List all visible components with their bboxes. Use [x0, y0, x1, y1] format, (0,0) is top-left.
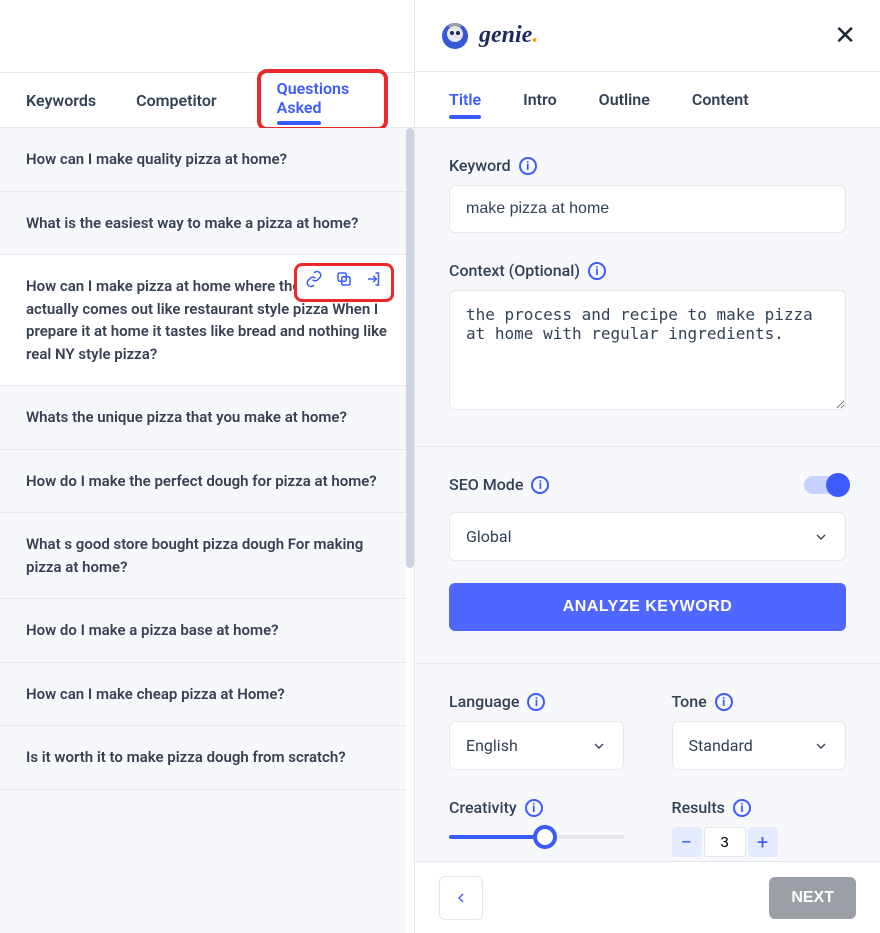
- question-item[interactable]: Whats the unique pizza that you make at …: [0, 386, 414, 450]
- chevron-down-icon: [813, 529, 829, 545]
- slider-knob[interactable]: [533, 825, 557, 849]
- lang-tone-row: Language i English Tone i Standard: [449, 692, 846, 770]
- language-label: Language: [449, 692, 519, 711]
- close-icon[interactable]: ✕: [834, 21, 856, 51]
- copy-icon[interactable]: [335, 270, 353, 295]
- left-panel: Keywords Competitor Questions Asked How …: [0, 0, 415, 933]
- tone-field: Tone i Standard: [672, 692, 847, 770]
- tone-label: Tone: [672, 692, 707, 711]
- results-input[interactable]: [704, 827, 746, 857]
- context-input[interactable]: the process and recipe to make pizza at …: [449, 290, 846, 410]
- results-minus-button[interactable]: −: [672, 827, 702, 857]
- questions-list[interactable]: How can I make quality pizza at home? Wh…: [0, 128, 414, 933]
- info-icon[interactable]: i: [525, 799, 543, 817]
- seo-toggle[interactable]: [804, 476, 846, 494]
- tab-outline[interactable]: Outline: [599, 90, 650, 109]
- creativity-field: Creativity i: [449, 798, 624, 857]
- language-select[interactable]: English: [449, 721, 624, 770]
- right-body[interactable]: Title Intro Outline Content Keyword i Co…: [415, 72, 880, 933]
- seo-label: SEO Mode: [449, 475, 523, 494]
- question-item[interactable]: What is the easiest way to make a pizza …: [0, 192, 414, 256]
- question-item[interactable]: Is it worth it to make pizza dough from …: [0, 726, 414, 790]
- results-label: Results: [672, 798, 725, 817]
- brand-logo: genie.: [439, 20, 538, 52]
- question-item-actions-highlight: [294, 263, 394, 302]
- next-button[interactable]: NEXT: [769, 877, 856, 919]
- question-item[interactable]: How can I make pizza at home where the c…: [0, 255, 414, 386]
- link-icon[interactable]: [305, 270, 323, 295]
- seo-scope-field: Global: [449, 512, 846, 561]
- seo-scope-select[interactable]: Global: [449, 512, 846, 561]
- right-panel: genie. ✕ Title Intro Outline Content Key…: [415, 0, 880, 933]
- seo-scope-value: Global: [466, 527, 512, 546]
- question-item[interactable]: How do I make a pizza base at home?: [0, 599, 414, 663]
- info-icon[interactable]: i: [715, 693, 733, 711]
- toggle-knob[interactable]: [826, 473, 850, 497]
- info-icon[interactable]: i: [531, 476, 549, 494]
- info-icon[interactable]: i: [733, 799, 751, 817]
- tab-keywords[interactable]: Keywords: [26, 91, 96, 110]
- question-item[interactable]: How do I make the perfect dough for pizz…: [0, 450, 414, 514]
- separator: [415, 446, 880, 447]
- genie-icon: [439, 20, 471, 52]
- insert-icon[interactable]: [365, 270, 383, 295]
- keyword-field: Keyword i: [449, 156, 846, 233]
- question-item[interactable]: What s good store bought pizza dough For…: [0, 513, 414, 599]
- tab-content[interactable]: Content: [692, 90, 749, 109]
- left-scrollbar[interactable]: [406, 128, 414, 933]
- tab-competitor[interactable]: Competitor: [136, 91, 217, 110]
- separator: [415, 663, 880, 664]
- chevron-left-icon: [453, 890, 469, 906]
- results-plus-button[interactable]: +: [748, 827, 778, 857]
- tab-questions-highlight: Questions Asked: [257, 69, 388, 131]
- creativity-results-row: Creativity i Results i −: [449, 798, 846, 857]
- question-item[interactable]: How can I make quality pizza at home?: [0, 128, 414, 192]
- left-topbar-spacer: [0, 0, 414, 72]
- right-header: genie. ✕: [415, 0, 880, 72]
- left-scrollbar-thumb[interactable]: [406, 128, 414, 568]
- right-tabs: Title Intro Outline Content: [415, 72, 880, 128]
- question-item[interactable]: How can I make cheap pizza at Home?: [0, 663, 414, 727]
- left-tabs: Keywords Competitor Questions Asked: [0, 72, 414, 128]
- chevron-down-icon: [591, 738, 607, 754]
- back-button[interactable]: [439, 876, 483, 920]
- app-root: Keywords Competitor Questions Asked How …: [0, 0, 880, 933]
- context-label: Context (Optional): [449, 261, 580, 280]
- language-field: Language i English: [449, 692, 624, 770]
- tone-select[interactable]: Standard: [672, 721, 847, 770]
- info-icon[interactable]: i: [588, 262, 606, 280]
- context-field: Context (Optional) i the process and rec…: [449, 261, 846, 414]
- creativity-slider[interactable]: [449, 827, 624, 847]
- info-icon[interactable]: i: [527, 693, 545, 711]
- tab-questions-asked[interactable]: Questions Asked: [277, 79, 350, 117]
- chevron-down-icon: [813, 738, 829, 754]
- tone-value: Standard: [689, 736, 753, 755]
- tab-intro[interactable]: Intro: [523, 90, 557, 109]
- results-stepper: − +: [672, 827, 847, 857]
- tab-title[interactable]: Title: [449, 90, 481, 109]
- seo-row: SEO Mode i: [449, 475, 846, 494]
- creativity-label: Creativity: [449, 798, 517, 817]
- keyword-input[interactable]: [449, 185, 846, 233]
- slider-fill: [449, 835, 545, 839]
- keyword-label: Keyword: [449, 156, 511, 175]
- language-value: English: [466, 736, 518, 755]
- info-icon[interactable]: i: [519, 157, 537, 175]
- analyze-keyword-button[interactable]: ANALYZE KEYWORD: [449, 583, 846, 631]
- right-footer: NEXT: [415, 861, 880, 933]
- results-field: Results i − +: [672, 798, 847, 857]
- brand-text: genie.: [479, 22, 538, 49]
